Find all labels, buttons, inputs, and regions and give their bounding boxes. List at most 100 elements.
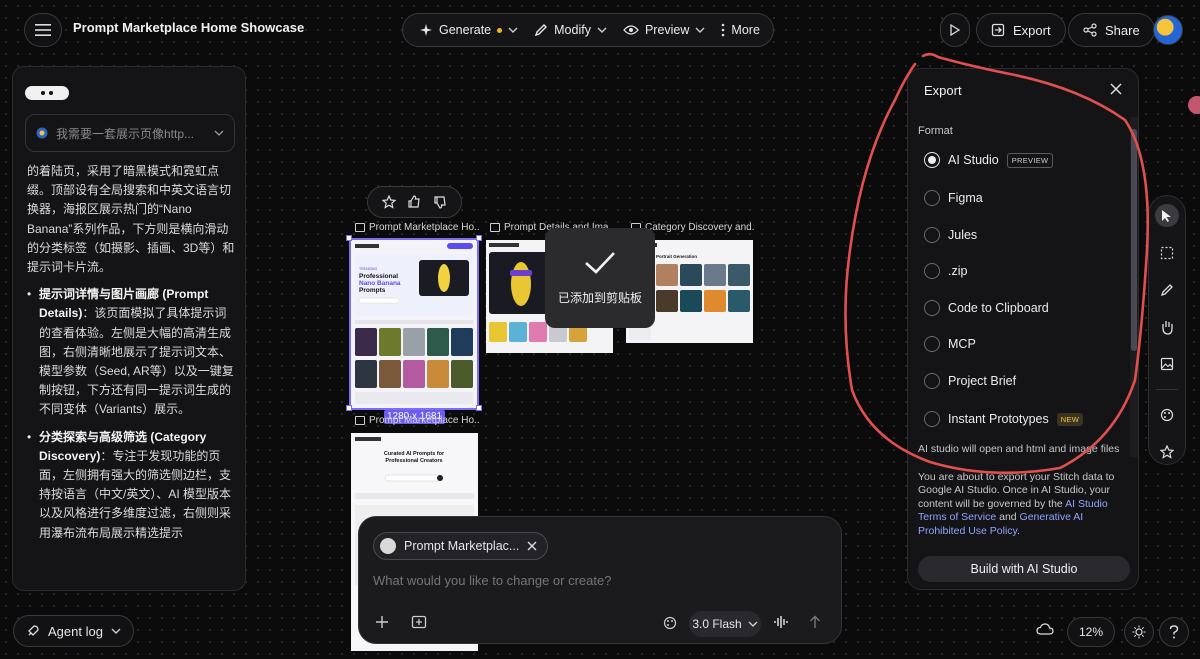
more-label: More [731, 23, 760, 37]
model-selector[interactable]: 3.0 Flash [689, 611, 761, 637]
export-option-ai-studio[interactable]: AI Studio PREVIEW [924, 149, 1054, 171]
resize-handle[interactable] [476, 405, 482, 411]
user-avatar[interactable] [1153, 15, 1183, 45]
agent-log-button[interactable]: Agent log [13, 615, 134, 647]
export-icon [991, 23, 1005, 37]
chat-composer: Prompt Marketplac... 3.0 Flash [358, 516, 842, 644]
select-tool[interactable] [1155, 204, 1179, 227]
star-icon [1160, 445, 1174, 460]
palette-icon [663, 616, 677, 630]
theme-toggle-button[interactable] [1124, 617, 1154, 647]
add-attachment-button[interactable] [375, 615, 389, 629]
option-label: Project Brief [948, 374, 1017, 388]
chevron-down-icon [508, 27, 518, 33]
radio[interactable] [924, 263, 940, 279]
export-option-project-brief[interactable]: Project Brief [924, 370, 1016, 392]
frame-select-tool[interactable] [1155, 241, 1179, 264]
thumbs-down-icon[interactable] [433, 195, 447, 209]
generate-menu[interactable]: Generate [413, 16, 524, 44]
svg-text:Curated AI Prompts for: Curated AI Prompts for [384, 451, 445, 457]
radio-selected[interactable] [924, 152, 940, 168]
model-label: 3.0 Flash [692, 617, 742, 631]
selection-frame[interactable] [349, 238, 479, 410]
palette-icon [1160, 409, 1174, 422]
radio[interactable] [924, 227, 940, 243]
pan-tool[interactable] [1155, 315, 1179, 338]
thumbs-up-icon[interactable] [407, 195, 421, 209]
play-icon [950, 24, 960, 36]
preview-menu[interactable]: Preview [617, 16, 711, 44]
chevron-down-icon [597, 27, 607, 33]
build-with-ai-studio-button[interactable]: Build with AI Studio [918, 556, 1130, 582]
main-menu-button[interactable] [24, 13, 62, 47]
zoom-level[interactable]: 12% [1067, 617, 1115, 647]
option-label: Figma [948, 191, 983, 205]
draw-tool[interactable] [1155, 278, 1179, 301]
image-tool[interactable] [1155, 352, 1179, 375]
add-screen-button[interactable] [411, 614, 427, 630]
play-button[interactable] [940, 13, 970, 47]
close-icon[interactable] [527, 541, 537, 551]
theme-palette-button[interactable] [663, 616, 677, 630]
export-note: AI studio will open and html and image f… [918, 443, 1120, 455]
close-export-button[interactable] [1110, 83, 1122, 95]
export-panel-title: Export [924, 83, 962, 98]
pencil-icon [535, 24, 548, 37]
share-button[interactable]: Share [1068, 13, 1155, 47]
export-option-code-to-clipboard[interactable]: Code to Clipboard [924, 297, 1049, 319]
resize-handle[interactable] [476, 235, 482, 241]
radio[interactable] [924, 373, 940, 389]
context-chip[interactable]: Prompt Marketplac... [373, 532, 549, 560]
export-option-jules[interactable]: Jules [924, 224, 977, 246]
radio[interactable] [924, 411, 940, 427]
image-icon [1160, 357, 1174, 370]
star-icon[interactable] [381, 195, 396, 209]
arrow-up-icon [810, 615, 820, 628]
preview-badge: PREVIEW [1006, 152, 1054, 168]
radio[interactable] [924, 190, 940, 206]
export-notice: You are about to export your Stitch data… [918, 471, 1128, 538]
check-icon [585, 251, 615, 274]
export-option-zip[interactable]: .zip [924, 260, 967, 282]
plus-icon [376, 616, 388, 628]
send-button[interactable] [809, 615, 821, 629]
favorites-tool[interactable] [1155, 441, 1179, 464]
prompt-history-select[interactable]: 我需要一套展示页像http... [25, 114, 235, 152]
chevron-down-icon [111, 628, 121, 634]
bullet-body: ：该页面模拟了具体提示词的查看体验。左侧是大幅的高清生成图，右侧清晰地展示了提示… [39, 306, 234, 417]
notification-avatar[interactable] [1188, 96, 1200, 114]
help-button[interactable] [1159, 617, 1189, 647]
cloud-icon [1036, 623, 1054, 635]
top-toolbar: Generate Modify Preview More [402, 13, 774, 47]
artboard-label-text: Category Discovery and... [645, 222, 755, 233]
resize-handle[interactable] [346, 405, 352, 411]
svg-text:Professional Creators: Professional Creators [385, 458, 442, 464]
more-vertical-icon [722, 23, 725, 37]
radio[interactable] [924, 336, 940, 352]
reaction-bar [367, 186, 462, 218]
artboard-label-text: Prompt Marketplace Ho... [369, 222, 479, 233]
artboard-label[interactable]: Prompt Marketplace Ho... [355, 415, 479, 426]
export-option-mcp[interactable]: MCP [924, 333, 976, 355]
agent-log-label: Agent log [48, 623, 103, 639]
cloud-sync-status[interactable] [1036, 622, 1054, 636]
share-label: Share [1105, 22, 1140, 38]
option-label: Code to Clipboard [948, 301, 1049, 315]
chat-input[interactable] [373, 573, 813, 588]
export-option-figma[interactable]: Figma [924, 187, 983, 209]
more-menu[interactable]: More [715, 16, 765, 44]
export-button[interactable]: Export [976, 13, 1066, 47]
option-label: Instant Prototypes [948, 412, 1049, 426]
conversation-panel: 我需要一套展示页像http... 的着陆页，采用了暗黑模式和霓虹点缀。顶部设有全… [12, 66, 246, 591]
pen-icon [1160, 283, 1173, 296]
close-icon [1110, 83, 1122, 95]
resize-handle[interactable] [346, 235, 352, 241]
export-option-instant-prototypes[interactable]: Instant Prototypes NEW [924, 408, 1084, 430]
modify-menu[interactable]: Modify [528, 16, 613, 44]
scrollbar-thumb[interactable] [1131, 129, 1137, 351]
artboard-label[interactable]: Prompt Marketplace Ho... [355, 222, 479, 233]
theme-tool[interactable] [1155, 404, 1179, 427]
voice-input-button[interactable] [773, 615, 791, 629]
radio[interactable] [924, 300, 940, 316]
user-avatar-icon [36, 127, 48, 139]
